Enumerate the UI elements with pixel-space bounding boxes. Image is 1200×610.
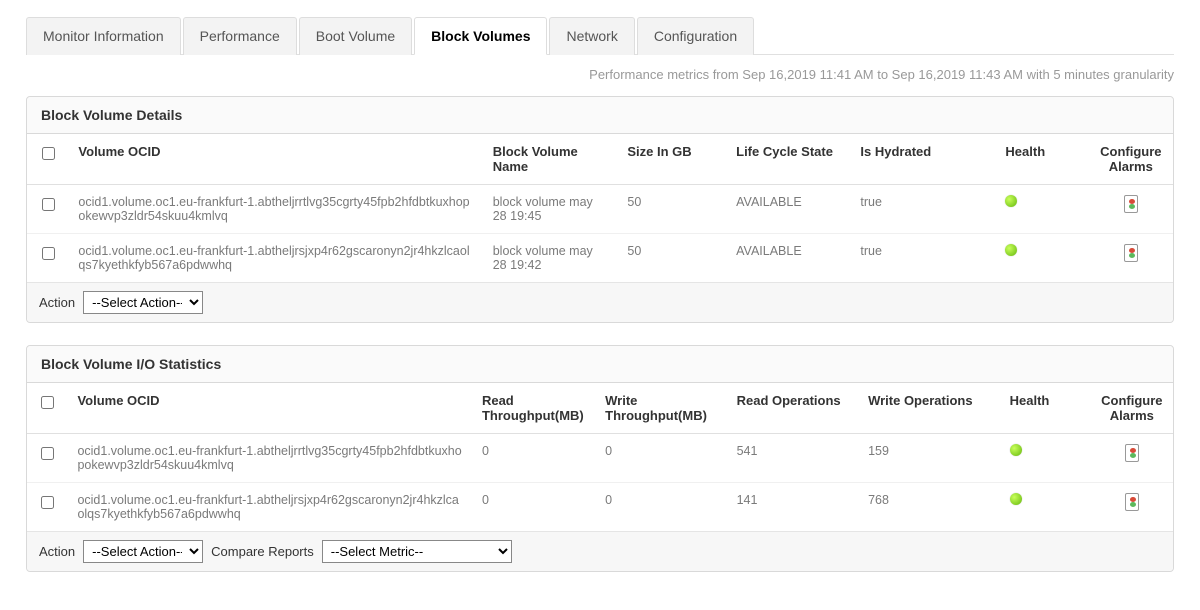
metrics-time-range: Performance metrics from Sep 16,2019 11:…	[26, 67, 1174, 82]
col-header-ocid: Volume OCID	[67, 383, 472, 434]
compare-reports-label: Compare Reports	[211, 544, 314, 559]
health-status-icon	[1010, 444, 1022, 456]
tab-monitor-information[interactable]: Monitor Information	[26, 17, 181, 55]
cell-size: 50	[617, 234, 726, 283]
cell-ocid: ocid1.volume.oc1.eu-frankfurt-1.abtheljr…	[68, 185, 482, 234]
details-table: Volume OCID Block Volume Name Size In GB…	[27, 134, 1173, 282]
cell-write-operations: 159	[858, 434, 1000, 483]
health-status-icon	[1010, 493, 1022, 505]
cell-ocid: ocid1.volume.oc1.eu-frankfurt-1.abtheljr…	[68, 234, 482, 283]
cell-read-throughput: 0	[472, 434, 595, 483]
cell-read-throughput: 0	[472, 483, 595, 532]
tab-network[interactable]: Network	[549, 17, 634, 55]
cell-hydrated: true	[850, 185, 995, 234]
action-select[interactable]: --Select Action--	[83, 291, 203, 314]
cell-read-operations: 141	[727, 483, 858, 532]
cell-hydrated: true	[850, 234, 995, 283]
col-header-write-operations: Write Operations	[858, 383, 1000, 434]
tab-configuration[interactable]: Configuration	[637, 17, 754, 55]
cell-write-operations: 768	[858, 483, 1000, 532]
cell-write-throughput: 0	[595, 434, 726, 483]
panel-title: Block Volume Details	[27, 97, 1173, 134]
cell-state: AVAILABLE	[726, 185, 850, 234]
cell-ocid: ocid1.volume.oc1.eu-frankfurt-1.abtheljr…	[67, 483, 472, 532]
table-row: ocid1.volume.oc1.eu-frankfurt-1.abtheljr…	[27, 434, 1173, 483]
cell-ocid: ocid1.volume.oc1.eu-frankfurt-1.abtheljr…	[67, 434, 472, 483]
cell-write-throughput: 0	[595, 483, 726, 532]
panel-footer: Action --Select Action-- Compare Reports…	[27, 531, 1173, 571]
table-row: ocid1.volume.oc1.eu-frankfurt-1.abtheljr…	[27, 185, 1173, 234]
row-checkbox[interactable]	[41, 496, 54, 509]
configure-alarms-icon[interactable]	[1124, 244, 1138, 262]
select-all-checkbox[interactable]	[42, 147, 55, 160]
col-header-ocid: Volume OCID	[68, 134, 482, 185]
row-checkbox[interactable]	[41, 447, 54, 460]
col-header-alarms: Configure Alarms	[1089, 134, 1173, 185]
tab-boot-volume[interactable]: Boot Volume	[299, 17, 412, 55]
col-header-write-throughput: Write Throughput(MB)	[595, 383, 726, 434]
col-header-health: Health	[1000, 383, 1091, 434]
cell-name: block volume may 28 19:45	[483, 185, 618, 234]
cell-size: 50	[617, 185, 726, 234]
health-status-icon	[1005, 195, 1017, 207]
panel-block-volume-details: Block Volume Details Volume OCID Block V…	[26, 96, 1174, 323]
tab-bar: Monitor Information Performance Boot Vol…	[26, 16, 1174, 55]
panel-title: Block Volume I/O Statistics	[27, 346, 1173, 383]
tab-block-volumes[interactable]: Block Volumes	[414, 17, 547, 55]
io-table: Volume OCID Read Throughput(MB) Write Th…	[27, 383, 1173, 531]
configure-alarms-icon[interactable]	[1125, 493, 1139, 511]
compare-reports-select[interactable]: --Select Metric--	[322, 540, 512, 563]
configure-alarms-icon[interactable]	[1125, 444, 1139, 462]
configure-alarms-icon[interactable]	[1124, 195, 1138, 213]
action-select[interactable]: --Select Action--	[83, 540, 203, 563]
col-header-health: Health	[995, 134, 1088, 185]
row-checkbox[interactable]	[42, 247, 55, 260]
tab-performance[interactable]: Performance	[183, 17, 297, 55]
table-row: ocid1.volume.oc1.eu-frankfurt-1.abtheljr…	[27, 234, 1173, 283]
col-header-size: Size In GB	[617, 134, 726, 185]
col-header-read-throughput: Read Throughput(MB)	[472, 383, 595, 434]
col-header-state: Life Cycle State	[726, 134, 850, 185]
action-label: Action	[39, 544, 75, 559]
cell-read-operations: 541	[727, 434, 858, 483]
col-header-read-operations: Read Operations	[727, 383, 858, 434]
cell-name: block volume may 28 19:42	[483, 234, 618, 283]
col-header-name: Block Volume Name	[483, 134, 618, 185]
row-checkbox[interactable]	[42, 198, 55, 211]
health-status-icon	[1005, 244, 1017, 256]
table-row: ocid1.volume.oc1.eu-frankfurt-1.abtheljr…	[27, 483, 1173, 532]
panel-footer: Action --Select Action--	[27, 282, 1173, 322]
col-header-alarms: Configure Alarms	[1091, 383, 1173, 434]
cell-state: AVAILABLE	[726, 234, 850, 283]
select-all-checkbox[interactable]	[41, 396, 54, 409]
action-label: Action	[39, 295, 75, 310]
panel-block-volume-io: Block Volume I/O Statistics Volume OCID …	[26, 345, 1174, 572]
col-header-hydrated: Is Hydrated	[850, 134, 995, 185]
